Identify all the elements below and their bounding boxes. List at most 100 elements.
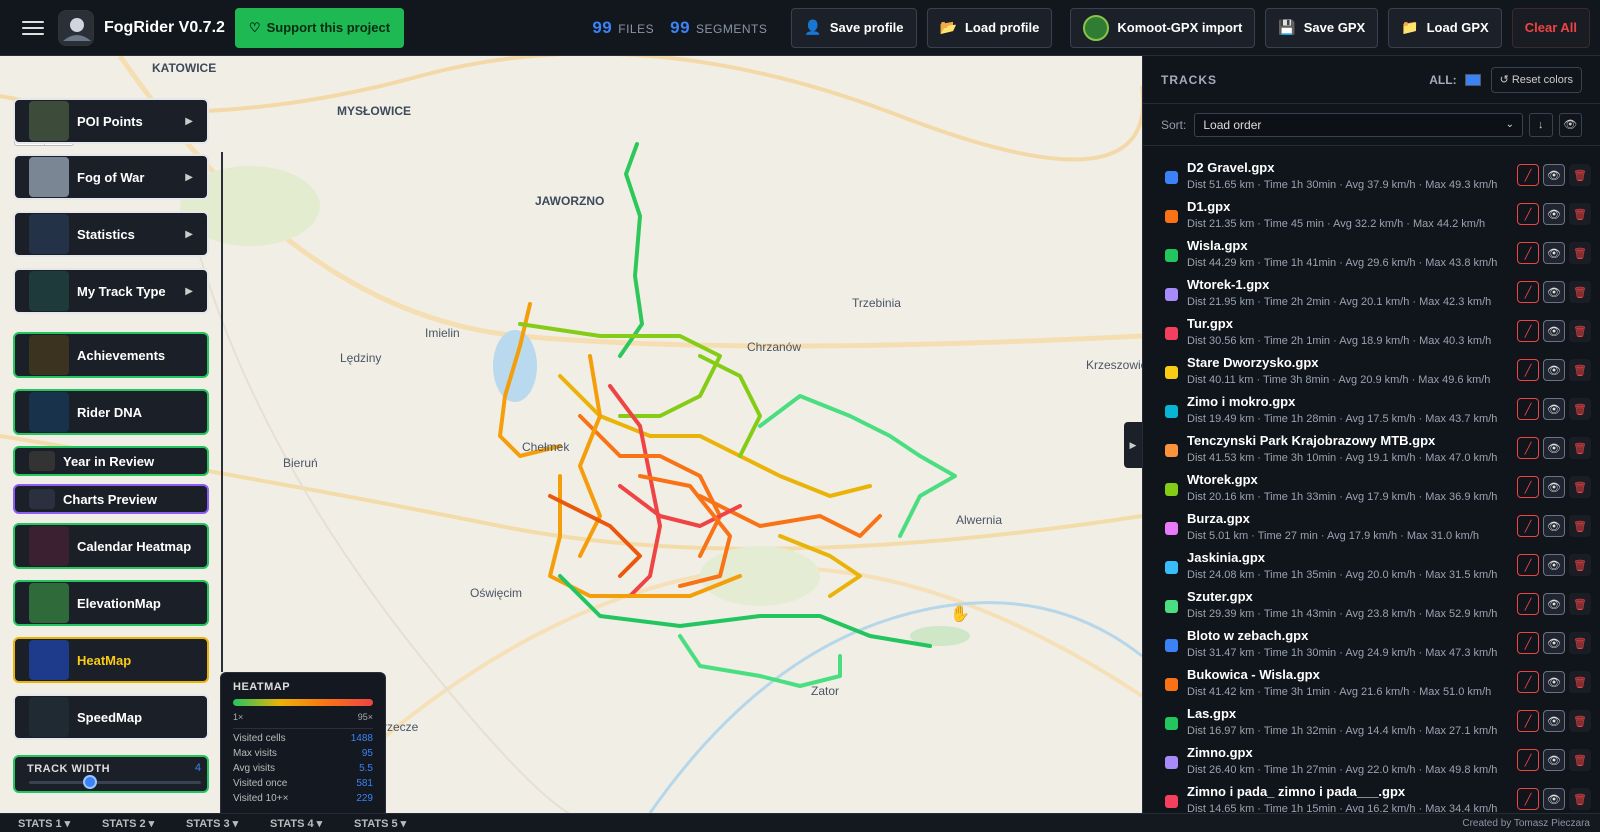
edit-track-button[interactable]: ╱ <box>1517 671 1539 693</box>
track-row[interactable]: Tur.gpx Dist 30.56 km · Time 2h 1min · Av… <box>1143 312 1600 351</box>
delete-track-button[interactable]: 🗑 <box>1569 476 1591 498</box>
delete-track-button[interactable]: 🗑 <box>1569 593 1591 615</box>
toggle-track-visibility-button[interactable]: 👁 <box>1543 320 1565 342</box>
menu-charts-preview[interactable]: Charts Preview <box>13 484 209 514</box>
delete-track-button[interactable]: 🗑 <box>1569 281 1591 303</box>
edit-track-button[interactable]: ╱ <box>1517 164 1539 186</box>
toggle-track-visibility-button[interactable]: 👁 <box>1543 164 1565 186</box>
edit-track-button[interactable]: ╱ <box>1517 437 1539 459</box>
track-color-swatch[interactable] <box>1165 171 1178 184</box>
reset-colors-button[interactable]: ↺ Reset colors <box>1490 66 1582 93</box>
track-width-slider[interactable] <box>29 781 201 784</box>
edit-track-button[interactable]: ╱ <box>1517 359 1539 381</box>
hamburger-menu-icon[interactable] <box>22 20 44 35</box>
toggle-track-visibility-button[interactable]: 👁 <box>1543 476 1565 498</box>
track-color-swatch[interactable] <box>1165 600 1178 613</box>
track-row[interactable]: Wtorek-1.gpx Dist 21.95 km · Time 2h 2min… <box>1143 273 1600 312</box>
toggle-track-visibility-button[interactable]: 👁 <box>1543 515 1565 537</box>
toggle-track-visibility-button[interactable]: 👁 <box>1543 398 1565 420</box>
toggle-track-visibility-button[interactable]: 👁 <box>1543 749 1565 771</box>
track-color-swatch[interactable] <box>1165 210 1178 223</box>
delete-track-button[interactable]: 🗑 <box>1569 632 1591 654</box>
tab-stats-2[interactable]: STATS 2 ▾ <box>102 817 168 830</box>
toggle-all-visibility-button[interactable]: 👁 <box>1558 112 1583 137</box>
edit-track-button[interactable]: ╱ <box>1517 476 1539 498</box>
delete-track-button[interactable]: 🗑 <box>1569 710 1591 732</box>
menu-poi-points[interactable]: POI Points ▶ <box>13 98 209 144</box>
sort-select[interactable]: Load order ⌄ <box>1194 112 1524 137</box>
track-row[interactable]: Zimo i mokro.gpx Dist 19.49 km · Time 1h … <box>1143 390 1600 429</box>
track-color-swatch[interactable] <box>1165 717 1178 730</box>
edit-track-button[interactable]: ╱ <box>1517 203 1539 225</box>
tab-stats-4[interactable]: STATS 4 ▾ <box>270 817 336 830</box>
delete-track-button[interactable]: 🗑 <box>1569 359 1591 381</box>
panel-collapse-toggle[interactable]: ▶ <box>1124 422 1142 468</box>
track-color-swatch[interactable] <box>1165 366 1178 379</box>
track-color-swatch[interactable] <box>1165 678 1178 691</box>
tab-stats-3[interactable]: STATS 3 ▾ <box>186 817 252 830</box>
track-color-swatch[interactable] <box>1165 639 1178 652</box>
komoot-import-button[interactable]: Komoot-GPX import <box>1070 7 1256 48</box>
delete-track-button[interactable]: 🗑 <box>1569 437 1591 459</box>
track-color-swatch[interactable] <box>1165 561 1178 574</box>
menu-rider-dna[interactable]: Rider DNA <box>13 389 209 435</box>
track-color-swatch[interactable] <box>1165 327 1178 340</box>
menu-year-in-review[interactable]: Year in Review <box>13 446 209 476</box>
delete-track-button[interactable]: 🗑 <box>1569 788 1591 810</box>
delete-track-button[interactable]: 🗑 <box>1569 554 1591 576</box>
track-row[interactable]: Tenczynski Park Krajobrazowy MTB.gpx Dist… <box>1143 429 1600 468</box>
edit-track-button[interactable]: ╱ <box>1517 242 1539 264</box>
edit-track-button[interactable]: ╱ <box>1517 320 1539 342</box>
menu-my-track-type[interactable]: My Track Type ▶ <box>13 268 209 314</box>
edit-track-button[interactable]: ╱ <box>1517 554 1539 576</box>
toggle-track-visibility-button[interactable]: 👁 <box>1543 242 1565 264</box>
delete-track-button[interactable]: 🗑 <box>1569 398 1591 420</box>
delete-track-button[interactable]: 🗑 <box>1569 671 1591 693</box>
save-gpx-button[interactable]: 💾 Save GPX <box>1265 7 1379 48</box>
all-color-swatch[interactable] <box>1464 73 1481 86</box>
load-gpx-button[interactable]: 📁 Load GPX <box>1388 7 1502 48</box>
track-row[interactable]: D2 Gravel.gpx Dist 51.65 km · Time 1h 30m… <box>1143 156 1600 195</box>
toggle-track-visibility-button[interactable]: 👁 <box>1543 710 1565 732</box>
toggle-track-visibility-button[interactable]: 👁 <box>1543 788 1565 810</box>
menu-elevation-map[interactable]: ElevationMap <box>13 580 209 626</box>
track-row[interactable]: Wisla.gpx Dist 44.29 km · Time 1h 41min ·… <box>1143 234 1600 273</box>
track-row[interactable]: Las.gpx Dist 16.97 km · Time 1h 32min · A… <box>1143 702 1600 741</box>
track-color-swatch[interactable] <box>1165 795 1178 808</box>
menu-statistics[interactable]: Statistics ▶ <box>13 211 209 257</box>
track-color-swatch[interactable] <box>1165 249 1178 262</box>
save-profile-button[interactable]: 👤 Save profile <box>791 7 917 48</box>
toggle-track-visibility-button[interactable]: 👁 <box>1543 671 1565 693</box>
toggle-track-visibility-button[interactable]: 👁 <box>1543 632 1565 654</box>
delete-track-button[interactable]: 🗑 <box>1569 515 1591 537</box>
edit-track-button[interactable]: ╱ <box>1517 515 1539 537</box>
track-row[interactable]: Bukowica - Wisla.gpx Dist 41.42 km · Time… <box>1143 663 1600 702</box>
track-row[interactable]: Szuter.gpx Dist 29.39 km · Time 1h 43min … <box>1143 585 1600 624</box>
track-color-swatch[interactable] <box>1165 483 1178 496</box>
edit-track-button[interactable]: ╱ <box>1517 398 1539 420</box>
tab-stats-1[interactable]: STATS 1 ▾ <box>18 817 84 830</box>
edit-track-button[interactable]: ╱ <box>1517 788 1539 810</box>
load-profile-button[interactable]: 📂 Load profile <box>926 7 1053 48</box>
track-color-swatch[interactable] <box>1165 288 1178 301</box>
edit-track-button[interactable]: ╱ <box>1517 632 1539 654</box>
track-width-slider-handle[interactable] <box>83 775 97 789</box>
edit-track-button[interactable]: ╱ <box>1517 749 1539 771</box>
track-color-swatch[interactable] <box>1165 522 1178 535</box>
clear-all-button[interactable]: Clear All <box>1511 7 1590 48</box>
toggle-track-visibility-button[interactable]: 👁 <box>1543 593 1565 615</box>
menu-fog-of-war[interactable]: Fog of War ▶ <box>13 154 209 200</box>
toggle-track-visibility-button[interactable]: 👁 <box>1543 554 1565 576</box>
track-row[interactable]: Wtorek.gpx Dist 20.16 km · Time 1h 33min … <box>1143 468 1600 507</box>
track-row[interactable]: Bloto w zebach.gpx Dist 31.47 km · Time 1… <box>1143 624 1600 663</box>
delete-track-button[interactable]: 🗑 <box>1569 242 1591 264</box>
edit-track-button[interactable]: ╱ <box>1517 281 1539 303</box>
menu-calendar-heatmap[interactable]: Calendar Heatmap <box>13 523 209 569</box>
track-row[interactable]: Burza.gpx Dist 5.01 km · Time 27 min · Av… <box>1143 507 1600 546</box>
edit-track-button[interactable]: ╱ <box>1517 710 1539 732</box>
track-color-swatch[interactable] <box>1165 444 1178 457</box>
delete-track-button[interactable]: 🗑 <box>1569 749 1591 771</box>
track-row[interactable]: Zimno.gpx Dist 26.40 km · Time 1h 27min ·… <box>1143 741 1600 780</box>
track-row[interactable]: D1.gpx Dist 21.35 km · Time 45 min · Avg … <box>1143 195 1600 234</box>
edit-track-button[interactable]: ╱ <box>1517 593 1539 615</box>
